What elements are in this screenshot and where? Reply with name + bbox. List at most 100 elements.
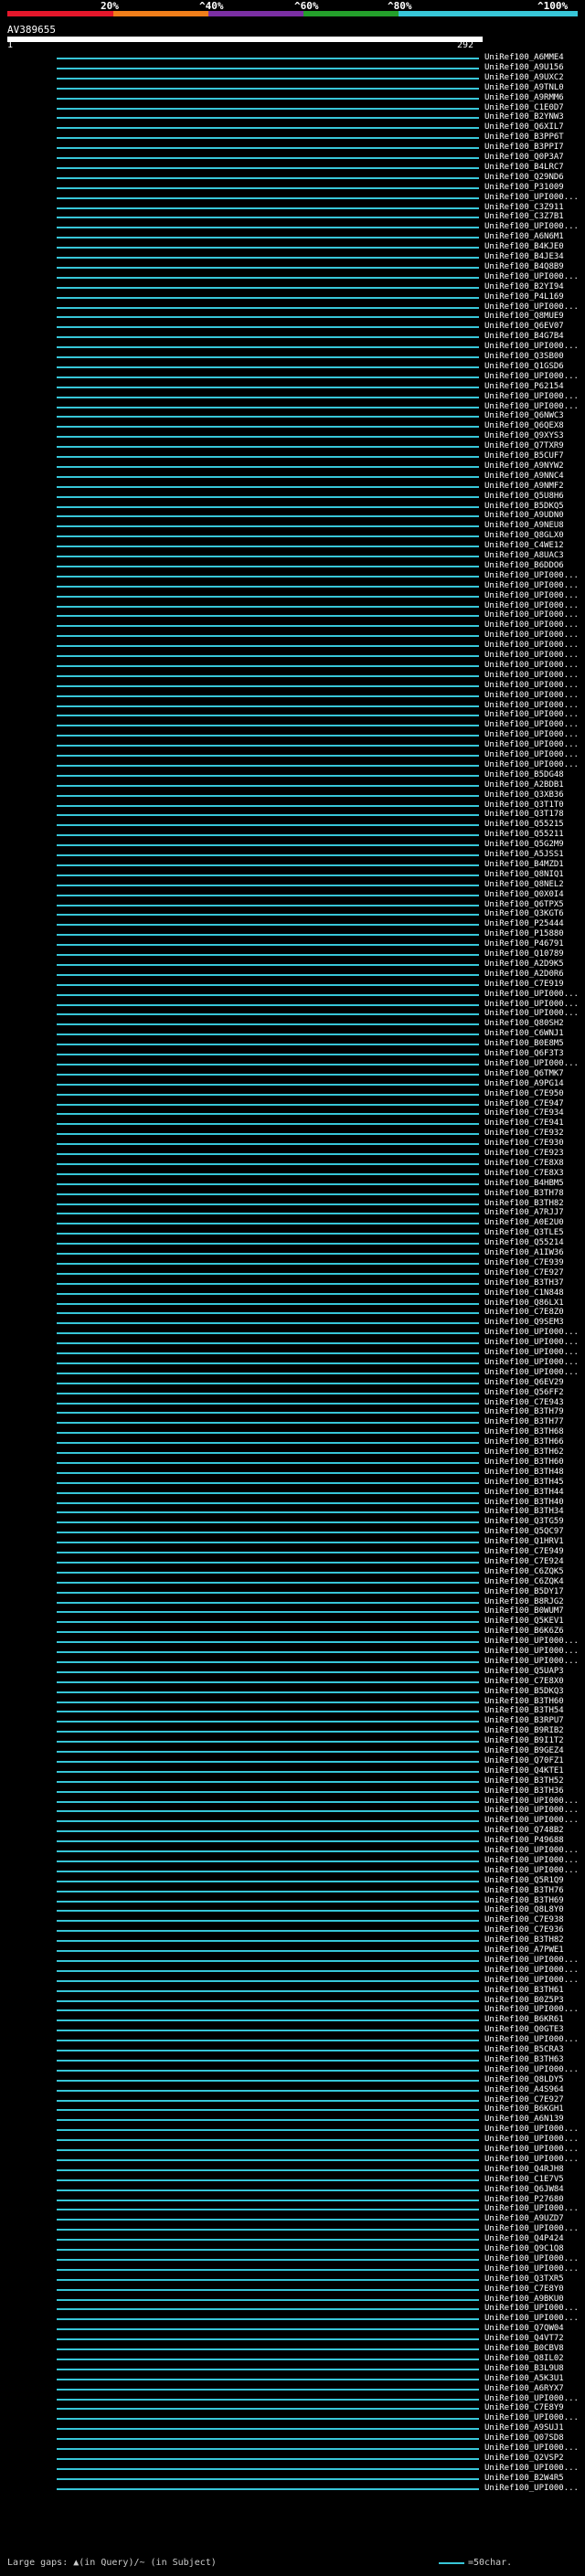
hit-link[interactable]: UniRef100_C3Z911 bbox=[484, 203, 564, 212]
hit-link[interactable]: UniRef100_A9UXC2 bbox=[484, 73, 564, 82]
hit-bar[interactable] bbox=[57, 1442, 479, 1445]
hit-link[interactable]: UniRef100_UPI000... bbox=[484, 1647, 579, 1656]
hit-link[interactable]: UniRef100_C7E943 bbox=[484, 1398, 564, 1407]
hit-link[interactable]: UniRef100_Q8MUE9 bbox=[484, 312, 564, 321]
hit-bar[interactable] bbox=[57, 2268, 479, 2271]
hit-link[interactable]: UniRef100_Q9XYS3 bbox=[484, 431, 564, 440]
hit-link[interactable]: UniRef100_Q3TLE5 bbox=[484, 1228, 564, 1237]
hit-bar[interactable] bbox=[57, 1701, 479, 1703]
hit-bar[interactable] bbox=[57, 196, 479, 199]
hit-bar[interactable] bbox=[57, 1432, 479, 1435]
hit-bar[interactable] bbox=[57, 1172, 479, 1175]
hit-link[interactable]: UniRef100_UPI000... bbox=[484, 2125, 579, 2134]
hit-bar[interactable] bbox=[57, 735, 479, 737]
hit-bar[interactable] bbox=[57, 725, 479, 727]
hit-bar[interactable] bbox=[57, 2129, 479, 2132]
hit-bar[interactable] bbox=[57, 2079, 479, 2082]
hit-link[interactable]: UniRef100_Q5G2M9 bbox=[484, 840, 564, 849]
hit-bar[interactable] bbox=[57, 1063, 479, 1065]
hit-bar[interactable] bbox=[57, 227, 479, 229]
hit-link[interactable]: UniRef100_B3TH52 bbox=[484, 1776, 564, 1786]
hit-bar[interactable] bbox=[57, 565, 479, 567]
hit-link[interactable]: UniRef100_Q56FF2 bbox=[484, 1388, 564, 1397]
hit-link[interactable]: UniRef100_C7E923 bbox=[484, 1149, 564, 1158]
hit-link[interactable]: UniRef100_A9SUJ1 bbox=[484, 2423, 564, 2433]
hit-link[interactable]: UniRef100_UPI000... bbox=[484, 1806, 579, 1815]
hit-link[interactable]: UniRef100_C3Z7B1 bbox=[484, 212, 564, 221]
hit-link[interactable]: UniRef100_P15880 bbox=[484, 929, 564, 938]
hit-bar[interactable] bbox=[57, 993, 479, 996]
hit-link[interactable]: UniRef100_Q7TXR9 bbox=[484, 441, 564, 451]
hit-bar[interactable] bbox=[57, 2239, 479, 2242]
hit-link[interactable]: UniRef100_B3TH48 bbox=[484, 1468, 564, 1477]
hit-link[interactable]: UniRef100_B3TH63 bbox=[484, 2055, 564, 2064]
hit-bar[interactable] bbox=[57, 764, 479, 767]
hit-link[interactable]: UniRef100_P27680 bbox=[484, 2195, 564, 2204]
hit-link[interactable]: UniRef100_B3TH79 bbox=[484, 1407, 564, 1416]
hit-bar[interactable] bbox=[57, 2209, 479, 2211]
hit-link[interactable]: UniRef100_C7E927 bbox=[484, 2095, 564, 2104]
hit-link[interactable]: UniRef100_B3TH34 bbox=[484, 1507, 564, 1516]
hit-link[interactable]: UniRef100_Q55214 bbox=[484, 1238, 564, 1247]
hit-link[interactable]: UniRef100_Q3T1T0 bbox=[484, 800, 564, 810]
hit-bar[interactable] bbox=[57, 1591, 479, 1594]
hit-bar[interactable] bbox=[57, 595, 479, 598]
hit-bar[interactable] bbox=[57, 2288, 479, 2291]
hit-bar[interactable] bbox=[57, 366, 479, 368]
hit-bar[interactable] bbox=[57, 784, 479, 787]
hit-link[interactable]: UniRef100_UPI000... bbox=[484, 2484, 579, 2493]
hit-link[interactable]: UniRef100_A5K3U1 bbox=[484, 2374, 564, 2383]
hit-bar[interactable] bbox=[57, 2388, 479, 2390]
hit-bar[interactable] bbox=[57, 755, 479, 757]
hit-bar[interactable] bbox=[57, 934, 479, 937]
hit-bar[interactable] bbox=[57, 1741, 479, 1744]
hit-bar[interactable] bbox=[57, 2050, 479, 2051]
hit-link[interactable]: UniRef100_C7E949 bbox=[484, 1547, 564, 1556]
hit-bar[interactable] bbox=[57, 1103, 479, 1106]
hit-bar[interactable] bbox=[57, 2348, 479, 2350]
hit-link[interactable]: UniRef100_UPI000... bbox=[484, 1866, 579, 1875]
hit-bar[interactable] bbox=[57, 705, 479, 707]
hit-link[interactable]: UniRef100_UPI000... bbox=[484, 2464, 579, 2473]
hit-bar[interactable] bbox=[57, 2467, 479, 2470]
hit-bar[interactable] bbox=[57, 176, 479, 179]
hit-link[interactable]: UniRef100_UPI000... bbox=[484, 2065, 579, 2074]
hit-link[interactable]: UniRef100_UPI000... bbox=[484, 740, 579, 749]
hit-link[interactable]: UniRef100_P31009 bbox=[484, 183, 564, 192]
hit-link[interactable]: UniRef100_Q8L8Y0 bbox=[484, 1905, 564, 1914]
hit-link[interactable]: UniRef100_UPI000... bbox=[484, 1338, 579, 1347]
hit-bar[interactable] bbox=[57, 237, 479, 239]
hit-bar[interactable] bbox=[57, 1193, 479, 1195]
hit-link[interactable]: UniRef100_Q7QW04 bbox=[484, 2324, 564, 2333]
hit-bar[interactable] bbox=[57, 1422, 479, 1425]
hit-link[interactable]: UniRef100_Q6XIL7 bbox=[484, 122, 564, 132]
hit-link[interactable]: UniRef100_UPI000... bbox=[484, 661, 579, 670]
hit-link[interactable]: UniRef100_B6DDO6 bbox=[484, 561, 564, 570]
hit-link[interactable]: UniRef100_A9U156 bbox=[484, 63, 564, 72]
hit-bar[interactable] bbox=[57, 2358, 479, 2360]
hit-bar[interactable] bbox=[57, 346, 479, 349]
hit-bar[interactable] bbox=[57, 1870, 479, 1872]
hit-link[interactable]: UniRef100_C1N848 bbox=[484, 1288, 564, 1298]
hit-link[interactable]: UniRef100_Q07SD8 bbox=[484, 2433, 564, 2443]
hit-link[interactable]: UniRef100_UPI000... bbox=[484, 1976, 579, 1985]
hit-link[interactable]: UniRef100_A9NEU8 bbox=[484, 521, 564, 530]
hit-link[interactable]: UniRef100_Q0X0I4 bbox=[484, 890, 564, 899]
hit-bar[interactable] bbox=[57, 615, 479, 618]
hit-bar[interactable] bbox=[57, 1143, 479, 1146]
hit-link[interactable]: UniRef100_C7E8X3 bbox=[484, 1169, 564, 1178]
hit-link[interactable]: UniRef100_UPI000... bbox=[484, 302, 579, 312]
hit-link[interactable]: UniRef100_B3TH62 bbox=[484, 1447, 564, 1457]
hit-link[interactable]: UniRef100_C6ZQK4 bbox=[484, 1577, 564, 1586]
hit-bar[interactable] bbox=[57, 396, 479, 398]
hit-link[interactable]: UniRef100_A6RYX7 bbox=[484, 2384, 564, 2393]
hit-link[interactable]: UniRef100_B3L9U8 bbox=[484, 2364, 564, 2373]
hit-bar[interactable] bbox=[57, 2229, 479, 2231]
hit-bar[interactable] bbox=[57, 2298, 479, 2301]
hit-link[interactable]: UniRef100_UPI000... bbox=[484, 222, 579, 231]
hit-bar[interactable] bbox=[57, 1621, 479, 1624]
hit-bar[interactable] bbox=[57, 2308, 479, 2311]
hit-bar[interactable] bbox=[57, 1860, 479, 1862]
hit-bar[interactable] bbox=[57, 1969, 479, 1972]
hit-link[interactable]: UniRef100_P4L169 bbox=[484, 292, 564, 302]
